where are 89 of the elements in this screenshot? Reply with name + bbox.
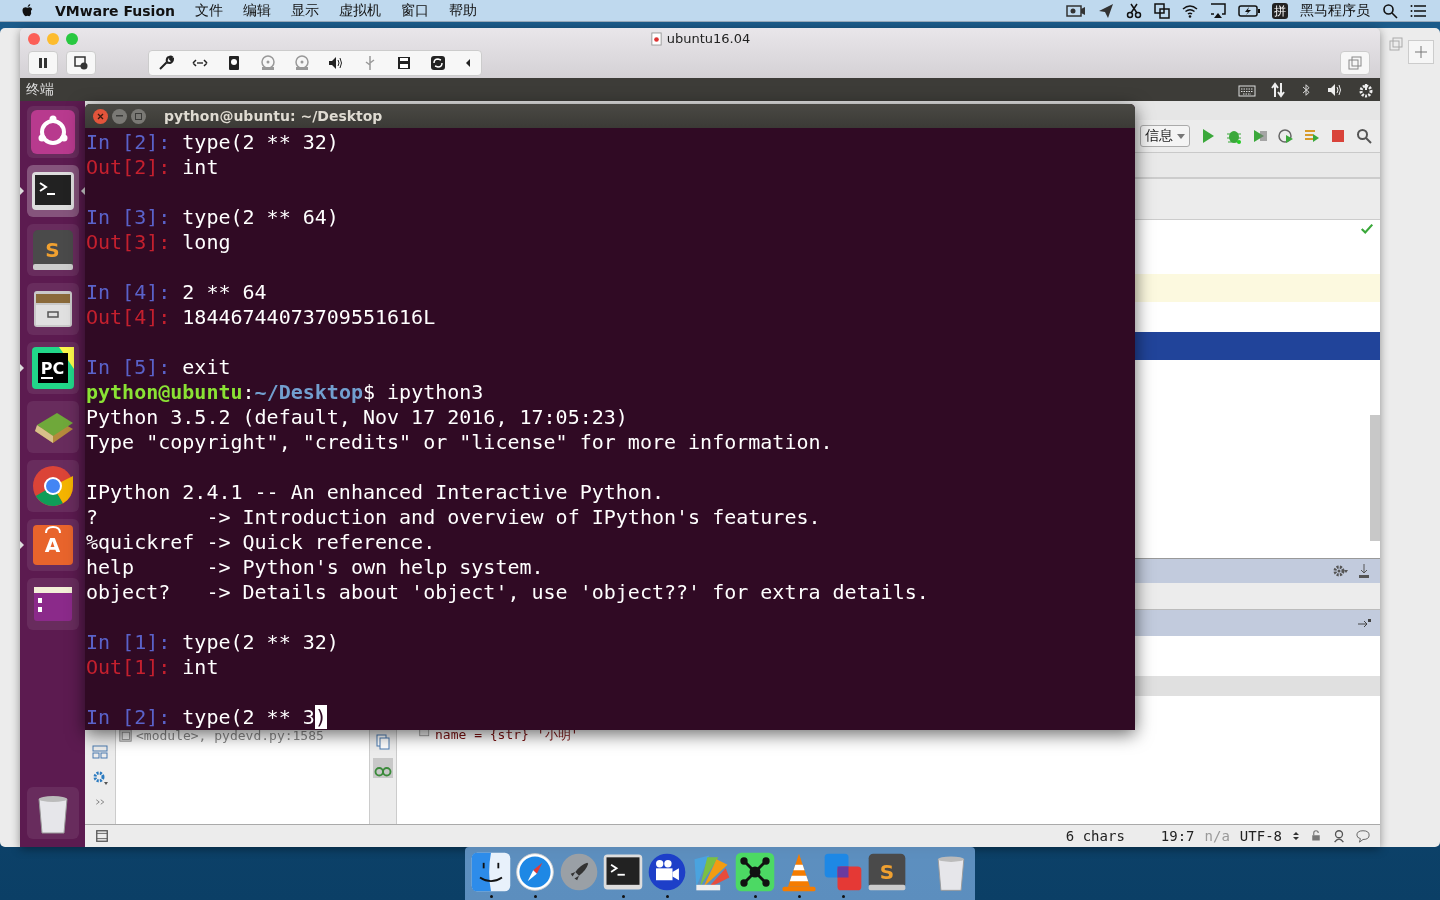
list-icon[interactable] [1410, 2, 1428, 19]
menu-item[interactable]: 帮助 [449, 1, 477, 20]
menu-item[interactable]: 虚拟机 [339, 1, 381, 20]
cursor-position[interactable]: 19:7 [1160, 828, 1195, 844]
line-separator: n/a [1204, 828, 1230, 844]
terminal-line: In [4]: 2 ** 64 [86, 280, 267, 305]
terminal-line: ? -> Introduction and overview of IPython's features. [86, 505, 821, 530]
scissors-icon[interactable] [1126, 2, 1142, 19]
menu-item[interactable]: 文件 [195, 1, 223, 20]
gear-icon[interactable] [1332, 563, 1348, 579]
bug-icon[interactable] [1226, 128, 1242, 144]
terminal-line: Out[2]: int [86, 155, 219, 180]
encoding-selector[interactable]: UTF-8 [1239, 828, 1282, 844]
terminal-line: Out[3]: long [86, 230, 231, 255]
copy-icon[interactable] [375, 734, 391, 750]
airplay-icon[interactable] [1210, 2, 1226, 19]
document-icon [649, 31, 663, 46]
close-button[interactable] [93, 108, 108, 124]
menu-item[interactable]: 编辑 [243, 1, 271, 20]
menu-item[interactable]: 显示 [291, 1, 319, 20]
terminal-line: In [1]: type(2 ** 32) [86, 630, 339, 655]
updown-icon [1292, 831, 1300, 841]
scrollbar[interactable] [1370, 415, 1380, 541]
pause-icon [37, 57, 49, 69]
terminal-line: In [2]: type(2 ** 3) [86, 705, 327, 730]
minimize-button[interactable] [112, 108, 127, 124]
terminal-line: In [2]: type(2 ** 32) [86, 130, 339, 155]
terminal-line: object? -> Details about 'object', use 'object??' for extra details. [86, 580, 929, 605]
check-icon [1360, 222, 1374, 236]
terminal-line: help -> Python's own help system. [86, 555, 544, 580]
run-config-dropdown[interactable]: 信息 [1140, 125, 1190, 147]
speech-bubble-icon[interactable] [1356, 829, 1370, 843]
user-name[interactable]: 黑马程序员 [1300, 1, 1370, 20]
disc-drive-icon[interactable] [294, 55, 310, 71]
terminal-line: Out[1]: int [86, 655, 219, 680]
terminal-line: Python 3.5.2 (default, Nov 17 2016, 17:05:23) [86, 405, 628, 430]
restore-icon [1348, 56, 1362, 70]
panel-toggle-icon[interactable] [95, 829, 109, 843]
terminal-line: IPython 2.4.1 -- An enhanced Interactive Python. [86, 480, 664, 505]
inspector-icon[interactable] [1332, 829, 1346, 843]
lock-icon[interactable] [1310, 830, 1322, 842]
pause-button[interactable] [28, 51, 58, 75]
power-gear-icon[interactable] [1358, 81, 1374, 98]
layout-icon[interactable] [92, 744, 108, 760]
menu-item[interactable]: 窗口 [401, 1, 429, 20]
input-method-indicator[interactable]: 拼 [1272, 2, 1288, 19]
paper-plane-icon[interactable] [1098, 2, 1114, 19]
terminal-line: Out[4]: 18446744073709551616L [86, 305, 436, 330]
disc-drive-icon[interactable] [260, 55, 276, 71]
run-icon[interactable] [1200, 128, 1216, 144]
app-title: 终端 [26, 80, 54, 99]
stop-icon[interactable] [1330, 128, 1346, 144]
apple-icon[interactable] [20, 3, 35, 18]
minimize-icon [116, 115, 123, 117]
overlapping-squares-icon[interactable] [1154, 2, 1170, 19]
snapshot-button[interactable] [66, 51, 96, 75]
search-icon[interactable] [1356, 128, 1372, 144]
close-icon [97, 112, 104, 120]
gear-icon[interactable] [92, 770, 108, 786]
download-icon[interactable] [1356, 563, 1372, 579]
speaker-icon[interactable] [328, 55, 344, 71]
char-count: 6 chars [1065, 828, 1125, 844]
search-icon[interactable] [1382, 2, 1398, 19]
maximize-button[interactable] [131, 108, 146, 124]
caret-icon [1177, 133, 1185, 139]
snapshot-icon [74, 56, 88, 70]
app-menu[interactable]: VMware Fusion [55, 2, 175, 19]
circle-logo-icon [28, 108, 77, 156]
wifi-icon[interactable] [1182, 2, 1198, 19]
terminal-line: python@ubuntu:~/Desktop$ ipython3 [86, 380, 484, 405]
bluetooth-icon[interactable] [1300, 81, 1312, 98]
window-title: python@ubuntu: ~/Desktop [164, 108, 383, 124]
terminal-line: Type "copyright", "credits" or "license" for more information. [86, 430, 833, 455]
sync-icon[interactable] [430, 55, 446, 71]
terminal-line: %quickref -> Quick reference. [86, 530, 436, 555]
battery-icon[interactable] [1238, 2, 1260, 19]
terminal-line: In [5]: exit [86, 355, 231, 380]
terminal-line: In [3]: type(2 ** 64) [86, 205, 339, 230]
video-camera-icon[interactable] [1066, 2, 1086, 19]
maximize-icon [135, 112, 142, 120]
glasses-icon[interactable] [373, 758, 393, 778]
step-list-icon[interactable] [1304, 128, 1320, 144]
profile-run-icon[interactable] [1278, 128, 1294, 144]
plus-icon [1415, 46, 1427, 58]
window-title: ubuntu16.04 [666, 31, 751, 46]
launcher-item[interactable] [20, 165, 85, 217]
coverage-run-icon[interactable] [1252, 128, 1268, 144]
wrench-icon[interactable] [158, 55, 174, 71]
updown-arrows-icon[interactable] [1270, 81, 1286, 98]
